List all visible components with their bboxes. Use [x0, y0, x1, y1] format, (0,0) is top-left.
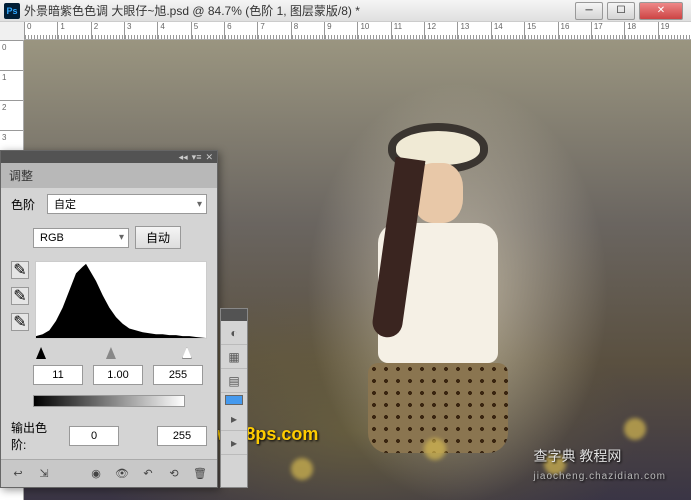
panel-header[interactable]: ◂◂ ▾≡ ✕ — [1, 151, 217, 163]
white-point-handle[interactable] — [182, 347, 192, 359]
mini-icon-2[interactable]: ▦ — [221, 345, 247, 369]
auto-button[interactable]: 自动 — [135, 226, 181, 249]
output-white-field[interactable] — [157, 426, 207, 446]
black-point-handle[interactable] — [36, 347, 46, 359]
adjustments-tab[interactable]: 调整 — [1, 163, 217, 188]
midtone-handle[interactable] — [106, 347, 116, 359]
prev-state-icon[interactable]: ↶ — [139, 465, 157, 483]
minimize-button[interactable]: ─ — [575, 2, 603, 20]
panel-menu-icon[interactable]: ▾≡ — [192, 152, 202, 163]
panel-close-icon[interactable]: ✕ — [205, 152, 213, 163]
visibility-icon[interactable]: 👁 — [113, 465, 131, 483]
panel-footer: ↩ ⇲ ◉ 👁 ↶ ⟲ 🗑 — [1, 459, 217, 487]
mini-panel-header[interactable] — [221, 309, 247, 321]
mini-icon-5[interactable]: ▸ — [221, 431, 247, 455]
return-icon[interactable]: ↩ — [9, 465, 27, 483]
channel-select[interactable]: RGB — [33, 228, 129, 248]
gray-eyedropper-icon[interactable]: ✎ — [11, 287, 29, 305]
white-eyedropper-icon[interactable]: ✎ — [11, 313, 29, 331]
input-mid-field[interactable] — [93, 365, 143, 385]
preset-select[interactable]: 自定 — [47, 194, 207, 214]
window-title: 外景暗紫色色调 大眼仔~旭.psd @ 84.7% (色阶 1, 图层蒙版/8)… — [24, 2, 575, 19]
mini-icon-4[interactable]: ▸ — [221, 407, 247, 431]
histogram-chart — [35, 261, 207, 339]
mini-panel: ◐ ▦ ▤ ▸ ▸ — [220, 308, 248, 488]
output-gradient[interactable] — [33, 395, 185, 407]
output-black-field[interactable] — [69, 426, 119, 446]
color-swatch[interactable] — [225, 395, 243, 405]
watermark-chazidian: 查字典 教程网 jiaocheng.chazidian.com — [533, 446, 666, 482]
close-button[interactable]: ✕ — [639, 2, 683, 20]
clip-icon[interactable]: ◉ — [87, 465, 105, 483]
input-black-field[interactable] — [33, 365, 83, 385]
panel-collapse-icon[interactable]: ◂◂ — [179, 152, 188, 163]
maximize-button[interactable]: ☐ — [607, 2, 635, 20]
reset-icon[interactable]: ⟲ — [165, 465, 183, 483]
levels-label: 色阶 — [11, 196, 41, 213]
mini-icon-1[interactable]: ◐ — [221, 321, 247, 345]
expand-icon[interactable]: ⇲ — [35, 465, 53, 483]
window-titlebar: Ps 外景暗紫色色调 大眼仔~旭.psd @ 84.7% (色阶 1, 图层蒙版… — [0, 0, 691, 22]
output-label: 输出色阶: — [11, 419, 57, 453]
black-eyedropper-icon[interactable]: ✎ — [11, 261, 29, 279]
input-slider[interactable] — [1, 345, 217, 361]
input-white-field[interactable] — [153, 365, 203, 385]
mini-icon-3[interactable]: ▤ — [221, 369, 247, 393]
delete-icon[interactable]: 🗑 — [191, 465, 209, 483]
photoshop-icon: Ps — [4, 3, 20, 19]
adjustments-panel: ◂◂ ▾≡ ✕ 调整 色阶 自定 RGB 自动 ✎ ✎ ✎ — [0, 150, 218, 488]
horizontal-ruler[interactable]: 012345678910111213141516171819 — [24, 22, 691, 40]
